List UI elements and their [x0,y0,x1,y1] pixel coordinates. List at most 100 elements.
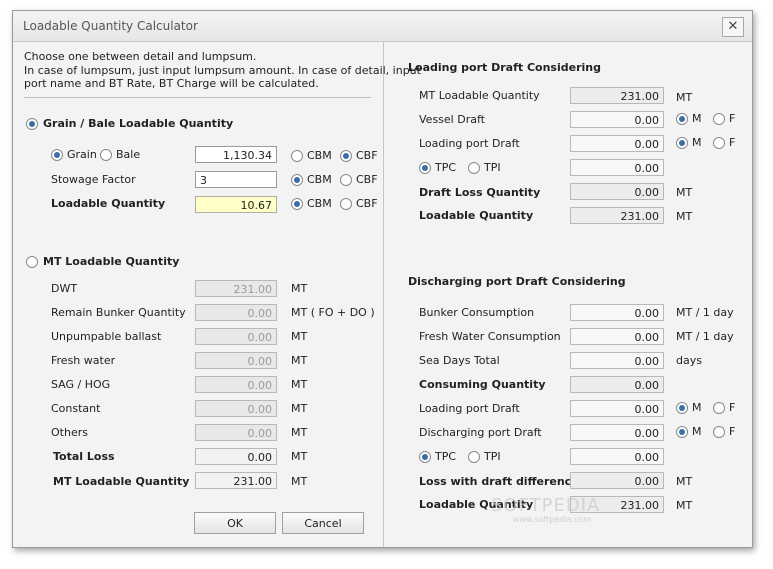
mt-row-input: 0.00 [195,424,277,441]
mt-loadable-total-unit: MT [291,475,308,488]
loading-loadable-output: 231.00 [570,207,664,224]
mt-row-label: Others [51,426,88,439]
vessel-draft-label: Vessel Draft [419,113,485,126]
discharge-tpc-radio[interactable] [419,451,431,463]
loading-port-draft-input[interactable]: 0.00 [570,135,664,152]
loading-port-draft-f-radio[interactable] [713,137,725,149]
mt-row-input: 0.00 [195,352,277,369]
stowage-cbf-label: CBF [356,173,378,186]
total-loss-output: 0.00 [195,448,277,465]
grain-cbm-label: CBM [307,149,332,162]
discharge-tpi-label: TPI [484,450,501,463]
loadable-cbf-radio[interactable] [340,198,352,210]
intro-separator [24,97,371,98]
grain-cbm-radio[interactable] [291,150,303,162]
loss-draft-difference-unit: MT [676,475,693,488]
mt-row-unit: MT [291,354,308,367]
bunker-consumption-unit: MT / 1 day [676,306,734,319]
watermark-url: www.softpedia.com [513,515,592,524]
grain-cbf-radio[interactable] [340,150,352,162]
mt-row-label: DWT [51,282,78,295]
loading-mt-loadable-label: MT Loadable Quantity [419,89,540,102]
discharging-port-draft-f-label: F [729,425,736,438]
bale-label: Bale [116,148,141,161]
total-loss-label: Total Loss [53,450,115,463]
mt-row-input: 0.00 [195,400,277,417]
intro-line-2: In case of lumpsum, just input lumpsum a… [24,64,421,77]
loadable-cbm-radio[interactable] [291,198,303,210]
draft-loss-label: Draft Loss Quantity [419,186,541,199]
bunker-consumption-input[interactable]: 0.00 [570,304,664,321]
loadable-cbm-label: CBM [307,197,332,210]
loading-header: Loading port Draft Considering [408,61,601,74]
loading-mt-loadable-unit: MT [676,91,693,104]
loss-draft-difference-output: 0.00 [570,472,664,489]
loading-port-draft-m-radio[interactable] [676,137,688,149]
mt-row-unit: MT ( FO + DO ) [291,306,375,319]
draft-loss-output: 0.00 [570,183,664,200]
mt-row-label: Constant [51,402,101,415]
discharge-loadable-unit: MT [676,499,693,512]
grain-label: Grain [67,148,97,161]
mt-loadable-total-label: MT Loadable Quantity [53,475,190,488]
mt-row-unit: MT [291,282,308,295]
discharging-port-draft-input[interactable]: 0.00 [570,424,664,441]
loading-tpi-label: TPI [484,161,501,174]
discharging-port-draft-label: Discharging port Draft [419,426,542,439]
grain-value-input[interactable]: 1,130.34 [195,146,277,163]
grain-radio[interactable] [51,149,63,161]
grain-bale-header: Grain / Bale Loadable Quantity [43,117,234,130]
sea-days-input[interactable]: 0.00 [570,352,664,369]
mt-row-label: Remain Bunker Quantity [51,306,186,319]
discharge-loading-draft-m-label: M [692,401,702,414]
mt-loadable-radio[interactable] [26,256,38,268]
fresh-water-consumption-label: Fresh Water Consumption [419,330,561,343]
loading-tpc-input[interactable]: 0.00 [570,159,664,176]
loading-loadable-label: Loadable Quantity [419,209,534,222]
intro-line-3: port name and BT Rate, BT Charge will be… [24,77,319,90]
discharging-port-draft-m-label: M [692,425,702,438]
fresh-water-consumption-input[interactable]: 0.00 [570,328,664,345]
mt-row-label: SAG / HOG [51,378,111,391]
consuming-quantity-label: Consuming Quantity [419,378,546,391]
discharge-tpc-label: TPC [435,450,457,463]
discharge-tpi-radio[interactable] [468,451,480,463]
discharge-loading-draft-f-radio[interactable] [713,402,725,414]
mt-row-label: Fresh water [51,354,116,367]
panel-divider [383,42,384,547]
watermark-brand: SOFTPEDIA [491,495,601,516]
vessel-draft-input[interactable]: 0.00 [570,111,664,128]
discharging-port-draft-f-radio[interactable] [713,426,725,438]
vessel-draft-f-label: F [729,112,736,125]
mt-row-unit: MT [291,402,308,415]
loadable-cbf-label: CBF [356,197,378,210]
loading-port-draft-label: Loading port Draft [419,137,520,150]
mt-row-unit: MT [291,330,308,343]
vessel-draft-f-radio[interactable] [713,113,725,125]
fresh-water-consumption-unit: MT / 1 day [676,330,734,343]
close-button[interactable]: ✕ [722,17,744,37]
loading-tpc-radio[interactable] [419,162,431,174]
discharge-loading-draft-m-radio[interactable] [676,402,688,414]
cancel-button[interactable]: Cancel [282,512,364,534]
loadable-quantity-output: 10.67 [195,196,277,213]
stowage-factor-input[interactable]: 3 [195,171,277,188]
stowage-factor-label: Stowage Factor [51,173,136,186]
stowage-cbm-radio[interactable] [291,174,303,186]
loading-tpi-radio[interactable] [468,162,480,174]
ok-button[interactable]: OK [194,512,276,534]
vessel-draft-m-label: M [692,112,702,125]
discharging-port-draft-m-radio[interactable] [676,426,688,438]
loadable-quantity-label: Loadable Quantity [51,197,166,210]
stowage-cbf-radio[interactable] [340,174,352,186]
loading-port-draft-f-label: F [729,136,736,149]
bale-radio[interactable] [100,149,112,161]
discharge-loading-draft-input[interactable]: 0.00 [570,400,664,417]
vessel-draft-m-radio[interactable] [676,113,688,125]
mt-row-input: 0.00 [195,328,277,345]
discharge-tpc-input[interactable]: 0.00 [570,448,664,465]
grain-bale-radio[interactable] [26,118,38,130]
discharge-loading-draft-label: Loading port Draft [419,402,520,415]
mt-row-label: Unpumpable ballast [51,330,162,343]
mt-loadable-total-output: 231.00 [195,472,277,489]
